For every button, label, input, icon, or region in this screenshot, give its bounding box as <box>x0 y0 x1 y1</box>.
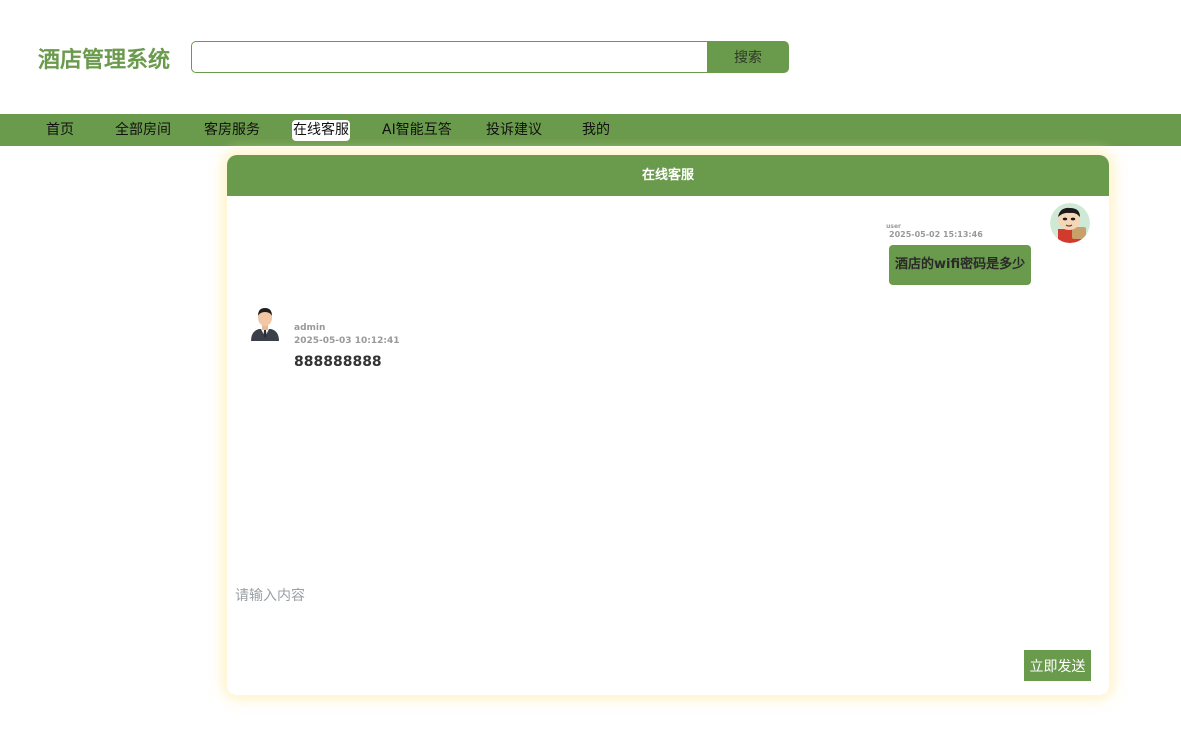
nav-item-online-support[interactable]: 在线客服 <box>292 120 350 141</box>
main-nav: 首页 全部房间 客房服务 在线客服 AI智能互答 投诉建议 我的 <box>0 114 1181 146</box>
send-button[interactable]: 立即发送 <box>1024 650 1091 681</box>
admin-avatar <box>247 305 283 341</box>
search-button[interactable]: 搜索 <box>707 41 789 73</box>
admin-message-text: 888888888 <box>294 354 382 370</box>
search-bar: 搜索 <box>191 41 789 73</box>
brand-title: 酒店管理系统 <box>38 48 171 73</box>
search-input[interactable] <box>191 41 707 73</box>
admin-sender-name: admin <box>294 323 326 333</box>
nav-item-room-service[interactable]: 客房服务 <box>204 121 260 140</box>
user-message-time: 2025-05-02 15:13:46 <box>889 230 983 239</box>
nav-item-complaints[interactable]: 投诉建议 <box>486 121 542 140</box>
nav-item-home[interactable]: 首页 <box>46 121 74 140</box>
nav-item-profile[interactable]: 我的 <box>582 121 610 140</box>
nav-item-ai-chat[interactable]: AI智能互答 <box>382 121 452 140</box>
chat-panel-title: 在线客服 <box>227 155 1109 196</box>
nav-item-all-rooms[interactable]: 全部房间 <box>115 121 171 140</box>
chat-panel: 在线客服 user 2025-05-02 15:13:46 酒店的wifi密码是… <box>227 155 1109 695</box>
admin-message-time: 2025-05-03 10:12:41 <box>294 336 400 346</box>
user-avatar <box>1050 203 1090 243</box>
user-sender-name: user <box>886 223 901 230</box>
message-input[interactable] <box>235 585 1095 645</box>
user-message-bubble: 酒店的wifi密码是多少 <box>889 245 1032 285</box>
